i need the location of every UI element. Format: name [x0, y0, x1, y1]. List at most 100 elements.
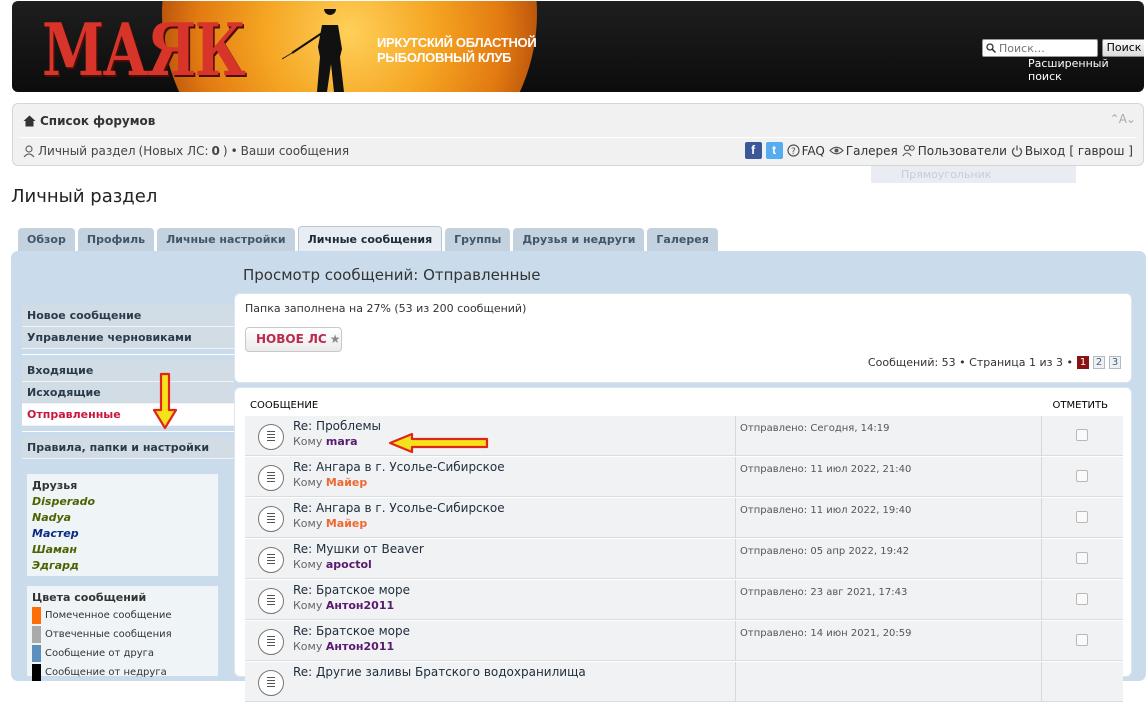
page-title: Личный раздел [11, 186, 158, 207]
message-icon [258, 465, 284, 491]
friend-link[interactable]: Эдгард [32, 558, 213, 574]
recipient-link[interactable]: apoctol [326, 558, 372, 571]
message-subject[interactable]: Re: Братское море [293, 624, 410, 638]
mark-checkbox[interactable] [1076, 552, 1088, 564]
tab-private-messages[interactable]: Личные сообщения [297, 226, 443, 251]
message-recipient: Кому Антон2011 [293, 640, 394, 653]
svg-text:?: ? [791, 147, 796, 157]
home-icon [23, 115, 36, 127]
sidebar-item-drafts[interactable]: Управление черновиками [22, 327, 234, 349]
page-button[interactable]: 3 [1109, 356, 1121, 369]
message-subject[interactable]: Re: Ангара в г. Усолье-Сибирское [293, 501, 505, 515]
facebook-icon[interactable]: f [744, 142, 762, 159]
faq-label: FAQ [801, 143, 825, 158]
sidebar-item-inbox[interactable]: Входящие [22, 360, 234, 382]
search-input[interactable] [996, 41, 1092, 55]
color-swatch [32, 645, 41, 662]
twitter-icon[interactable]: t [765, 142, 783, 159]
site-logo[interactable]: МАЯК [42, 7, 246, 92]
forum-list-link[interactable]: Список форумов [40, 114, 155, 128]
mark-checkbox[interactable] [1076, 470, 1088, 482]
pagination: Сообщений: 53 • Страница 1 из 3 • 1 2 3 [868, 356, 1121, 369]
your-messages-link[interactable]: Ваши сообщения [241, 144, 349, 158]
page-button[interactable]: 2 [1093, 356, 1105, 369]
user-icon [23, 144, 35, 157]
column-header-message: СООБЩЕНИЕ [250, 400, 319, 411]
tab-personal-settings[interactable]: Личные настройки [157, 228, 295, 251]
tab-profile[interactable]: Профиль [77, 228, 155, 251]
club-title: ИРКУТСКИЙ ОБЛАСТНОЙ РЫБОЛОВНЫЙ КЛУБ [377, 35, 537, 65]
recipient-label: Кому [293, 558, 323, 571]
message-row[interactable]: Re: Братское море Кому Антон2011 Отправл… [245, 580, 1123, 620]
message-subject[interactable]: Re: Мушки от Beaver [293, 542, 424, 556]
message-row[interactable]: Re: Мушки от Beaver Кому apoctol Отправл… [245, 539, 1123, 579]
username[interactable]: [ гаврош ] [1069, 144, 1133, 158]
page-button-current[interactable]: 1 [1077, 356, 1089, 369]
friends-title: Друзья [32, 479, 78, 492]
faq-link[interactable]: ? FAQ [786, 143, 825, 158]
fisherman-silhouette-icon [282, 9, 344, 92]
tab-friends-foes[interactable]: Друзья и недруги [513, 228, 645, 251]
message-row[interactable]: Re: Ангара в г. Усолье-Сибирское Кому Ма… [245, 498, 1123, 538]
message-row[interactable]: Re: Проблемы Кому mara Отправлено: Сегод… [245, 416, 1123, 456]
new-pm-button[interactable]: НОВОЕ ЛС ★ [245, 327, 342, 352]
mark-checkbox[interactable] [1076, 634, 1088, 646]
message-date: Отправлено: 11 июл 2022, 21:40 [735, 457, 1042, 497]
friend-link[interactable]: Nadya [32, 510, 213, 526]
users-icon [902, 144, 915, 157]
mark-checkbox[interactable] [1076, 429, 1088, 441]
friend-link[interactable]: Мастер [32, 526, 213, 542]
search-field[interactable] [982, 39, 1098, 57]
font-size-icon[interactable]: ⌃A⌄ [1110, 112, 1136, 126]
gallery-link[interactable]: Галерея [828, 144, 898, 158]
tab-gallery[interactable]: Галерея [647, 228, 718, 251]
sidebar-item-rules-folders[interactable]: Правила, папки и настройки [22, 437, 234, 459]
personal-area-link[interactable]: Личный раздел [38, 144, 136, 158]
message-list-header: СООБЩЕНИЕ ОТМЕТИТЬ [245, 396, 1123, 416]
color-swatch [32, 664, 41, 681]
personal-nav: Личный раздел (Новых ЛС: 0) • Ваши сообщ… [23, 144, 349, 158]
friend-link[interactable]: Disperado [32, 494, 213, 510]
sidebar-item-new-message[interactable]: Новое сообщение [22, 305, 234, 327]
divider [22, 431, 234, 432]
message-row[interactable]: Re: Другие заливы Братского водохранилищ… [245, 662, 1123, 702]
recipient-link[interactable]: Антон2011 [326, 640, 394, 653]
recipient-link[interactable]: mara [326, 435, 358, 448]
friend-link[interactable]: Шаман [32, 542, 213, 558]
color-label: Сообщение от друга [45, 648, 155, 659]
message-row[interactable]: Re: Братское море Кому Антон2011 Отправл… [245, 621, 1123, 661]
logout-link[interactable]: Выход [1011, 144, 1065, 158]
power-icon [1011, 145, 1022, 157]
new-pm-count[interactable]: 0 [212, 144, 220, 158]
message-row[interactable]: Re: Ангара в г. Усолье-Сибирское Кому Ма… [245, 457, 1123, 497]
mark-checkbox[interactable] [1076, 593, 1088, 605]
breadcrumb: Список форумов [23, 114, 155, 128]
message-subject[interactable]: Re: Братское море [293, 583, 410, 597]
sidebar-item-outbox[interactable]: Исходящие [22, 382, 234, 404]
tab-groups[interactable]: Группы [445, 228, 511, 251]
new-pm-suffix: ) [222, 144, 228, 158]
message-subject[interactable]: Re: Ангара в г. Усолье-Сибирское [293, 460, 505, 474]
message-subject[interactable]: Re: Другие заливы Братского водохранилищ… [293, 665, 586, 679]
message-date: Отправлено: 05 апр 2022, 19:42 [735, 539, 1042, 579]
message-icon [258, 588, 284, 614]
divider [19, 137, 1137, 138]
column-header-mark: ОТМЕТИТЬ [1052, 400, 1108, 411]
advanced-search-link[interactable]: Расширенный поиск [1028, 57, 1144, 83]
quick-links: f t ? FAQ Галерея Пользователи Выход [ г… [744, 142, 1133, 159]
mark-checkbox[interactable] [1076, 511, 1088, 523]
tab-overview[interactable]: Обзор [18, 228, 75, 251]
search-icon [986, 43, 996, 53]
message-date: Отправлено: 11 июл 2022, 19:40 [735, 498, 1042, 538]
message-icon [258, 424, 284, 450]
recipient-label: Кому [293, 640, 323, 653]
message-subject[interactable]: Re: Проблемы [293, 419, 381, 433]
recipient-link[interactable]: Антон2011 [326, 599, 394, 612]
users-link[interactable]: Пользователи [902, 144, 1007, 158]
search-button[interactable]: Поиск [1102, 39, 1144, 57]
recipient-link[interactable]: Майер [326, 476, 367, 489]
recipient-link[interactable]: Майер [326, 517, 367, 530]
message-icon [258, 506, 284, 532]
message-date: Отправлено: Сегодня, 14:19 [735, 416, 1042, 456]
sidebar-item-sent[interactable]: Отправленные [22, 404, 234, 426]
